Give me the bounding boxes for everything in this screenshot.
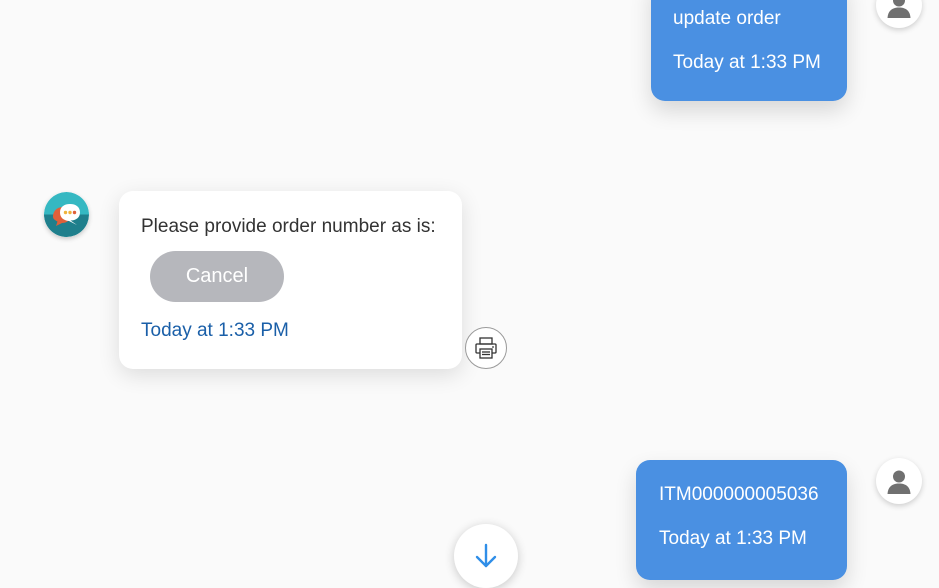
user-avatar <box>876 0 922 28</box>
user-silhouette-icon <box>887 0 911 18</box>
chat-area: update order Today at 1:33 PM Please pro… <box>0 0 939 588</box>
user-message-bubble: update order Today at 1:33 PM <box>651 0 847 101</box>
arrow-down-icon <box>475 543 497 568</box>
bot-avatar <box>44 192 89 237</box>
bot-message-timestamp: Today at 1:33 PM <box>141 320 289 341</box>
user-message-bubble: ITM000000005036 Today at 1:33 PM <box>636 460 847 580</box>
scroll-to-bottom-button[interactable] <box>454 524 518 588</box>
printer-icon <box>475 337 497 359</box>
cancel-button[interactable]: Cancel <box>150 251 284 302</box>
user-message-text: ITM000000005036 <box>659 484 819 505</box>
user-message-timestamp: Today at 1:33 PM <box>673 52 821 73</box>
bot-message-text: Please provide order number as is: <box>141 216 436 237</box>
user-silhouette-icon <box>887 470 911 494</box>
chat-bubble-logo-icon <box>44 192 89 237</box>
print-button[interactable] <box>465 327 507 369</box>
user-avatar <box>876 458 922 504</box>
user-message-timestamp: Today at 1:33 PM <box>659 528 807 549</box>
bot-message-bubble: Please provide order number as is: Cance… <box>119 191 462 369</box>
user-message-text: update order <box>673 8 781 29</box>
